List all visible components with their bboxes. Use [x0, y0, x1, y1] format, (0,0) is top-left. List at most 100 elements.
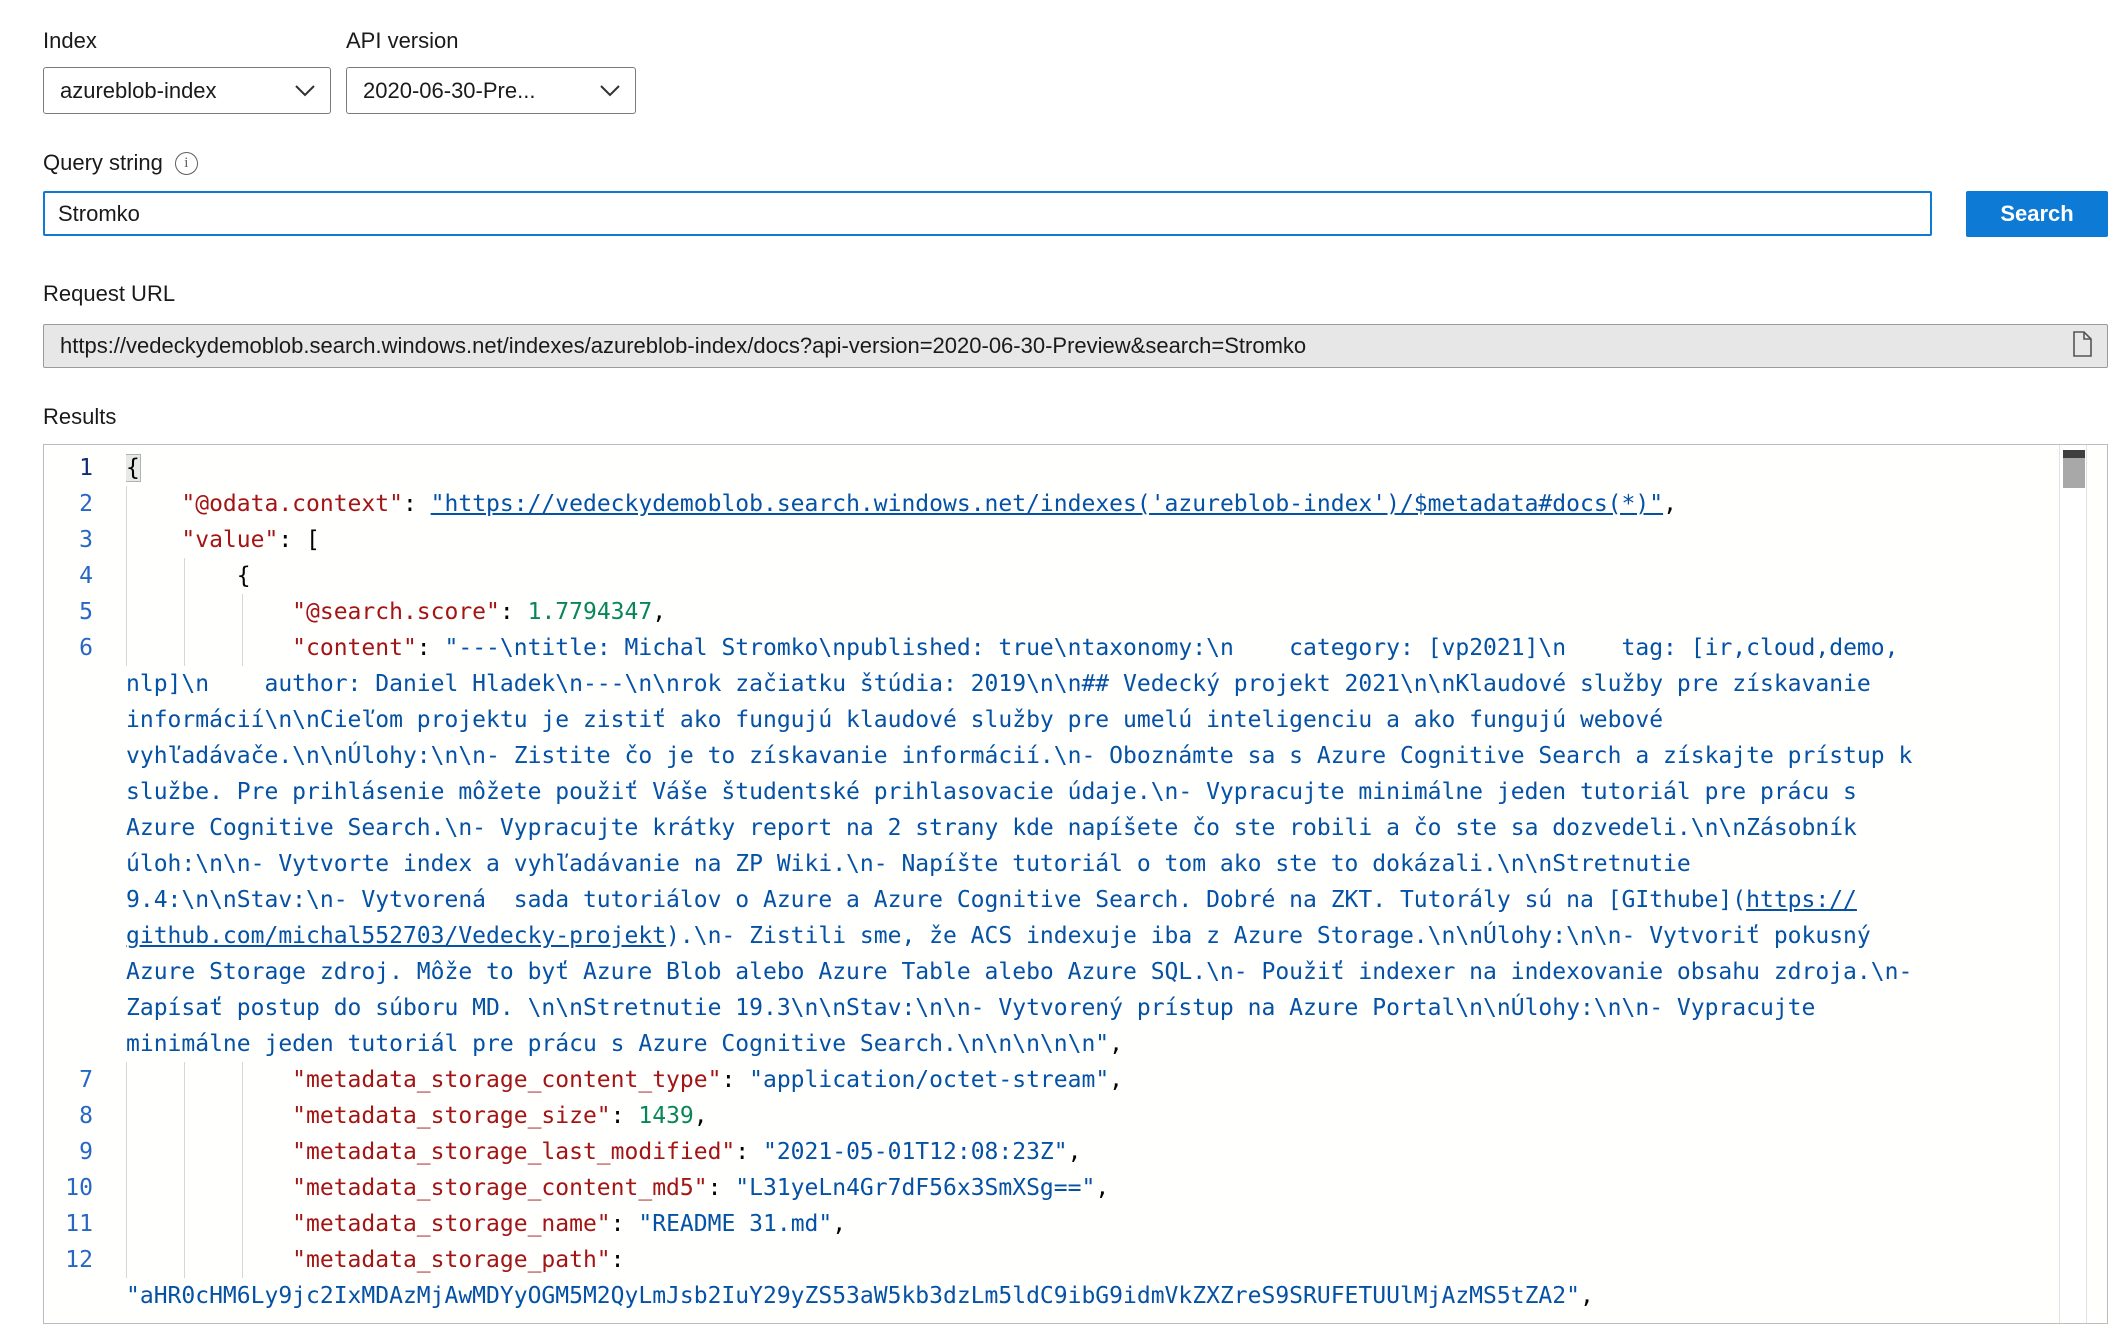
code-line: "@search.score": 1.7794347, [126, 594, 2059, 630]
code-token: informácií\n\nCieľom projektu je zistiť … [126, 707, 1663, 733]
index-dropdown[interactable]: azureblob-index [43, 67, 331, 114]
code-line: "content": "---\ntitle: Michal Stromko\n… [126, 630, 2059, 666]
code-row: službe. Pre prihlásenie môžete použiť Vá… [44, 774, 2059, 810]
index-field: Index azureblob-index [43, 28, 331, 114]
line-number: 6 [44, 630, 126, 666]
line-number: 5 [44, 594, 126, 630]
code-line: informácií\n\nCieľom projektu je zistiť … [126, 702, 2059, 738]
index-api-row: Index azureblob-index API version 2020-0… [43, 28, 2108, 114]
code-token [126, 635, 292, 661]
code-line: "metadata_storage_path": [126, 1242, 2059, 1278]
results-json-editor[interactable]: 1{2 "@odata.context": "https://vedeckyde… [43, 444, 2108, 1324]
code-token: "metadata_storage_content_md5" [292, 1175, 707, 1201]
code-row: 9.4:\n\nStav:\n- Vytvorená sada tutoriál… [44, 882, 2059, 918]
code-line: "metadata_storage_size": 1439, [126, 1098, 2059, 1134]
code-row: 6 "content": "---\ntitle: Michal Stromko… [44, 630, 2059, 666]
code-token: "content" [292, 635, 417, 661]
code-token: 1.7794347 [528, 599, 653, 625]
line-number [44, 954, 126, 990]
code-token: , [1580, 1283, 1594, 1309]
code-token: , [1095, 1175, 1109, 1201]
code-token: "---\ntitle: Michal Stromko\npublished: … [445, 635, 1899, 661]
code-token: nlp]\n author: Daniel Hladek\n---\n\nrok… [126, 671, 1871, 697]
info-icon[interactable]: i [175, 152, 198, 175]
code-line: úloh:\n\n- Vytvorte index a vyhľadávanie… [126, 846, 2059, 882]
code-row: Azure Cognitive Search.\n- Vypracujte kr… [44, 810, 2059, 846]
line-number: 8 [44, 1098, 126, 1134]
code-row: 8 "metadata_storage_size": 1439, [44, 1098, 2059, 1134]
code-token: "@search.score" [292, 599, 500, 625]
code-line: Azure Cognitive Search.\n- Vypracujte kr… [126, 810, 2059, 846]
code-token: : [611, 1211, 639, 1237]
code-token [126, 1067, 292, 1093]
code-token: : [403, 491, 431, 517]
code-token [126, 1247, 292, 1273]
scrollbar-decoration [2063, 450, 2085, 458]
code-token: 9.4:\n\nStav:\n- Vytvorená sada tutoriál… [126, 887, 1746, 913]
code-token: "application/octet-stream" [749, 1067, 1109, 1093]
code-token: službe. Pre prihlásenie môžete použiť Vá… [126, 779, 1857, 805]
code-token: : [735, 1139, 763, 1165]
code-token: , [832, 1211, 846, 1237]
line-number [44, 1026, 126, 1062]
line-number [44, 846, 126, 882]
code-token: "@odata.context" [181, 491, 403, 517]
code-row: 3 "value": [ [44, 522, 2059, 558]
code-row: "aHR0cHM6Ly9jc2IxMDAzMjAwMDYyOGM5M2QyLmJ… [44, 1278, 2059, 1314]
code-token: : [611, 1103, 639, 1129]
code-row: Zapísať postup do súboru MD. \n\nStretnu… [44, 990, 2059, 1026]
search-button[interactable]: Search [1966, 191, 2108, 237]
code-line: "metadata_storage_content_md5": "L31yeLn… [126, 1170, 2059, 1206]
code-link[interactable]: github.com/michal552703/Vedecky-projekt [126, 923, 666, 949]
code-line: "metadata_storage_content_type": "applic… [126, 1062, 2059, 1098]
code-token: , [1109, 1031, 1123, 1057]
code-token: , [1068, 1139, 1082, 1165]
api-version-field: API version 2020-06-30-Pre... [346, 28, 636, 114]
code-token: "metadata_storage_name" [292, 1211, 611, 1237]
code-token: Zapísať postup do súboru MD. \n\nStretnu… [126, 995, 1815, 1021]
code-row: github.com/michal552703/Vedecky-projekt)… [44, 918, 2059, 954]
code-token: : [500, 599, 528, 625]
scrollbar-track[interactable] [2059, 445, 2087, 1323]
line-number: 11 [44, 1206, 126, 1242]
query-string-label: Query string [43, 150, 163, 176]
line-number: 2 [44, 486, 126, 522]
index-dropdown-value: azureblob-index [60, 78, 217, 104]
code-line: Azure Storage zdroj. Môže to byť Azure B… [126, 954, 2059, 990]
code-row: 2 "@odata.context": "https://vedeckydemo… [44, 486, 2059, 522]
code-token [126, 1211, 292, 1237]
code-row: 5 "@search.score": 1.7794347, [44, 594, 2059, 630]
code-row: informácií\n\nCieľom projektu je zistiť … [44, 702, 2059, 738]
code-token: "value" [181, 527, 278, 553]
api-version-label: API version [346, 28, 636, 54]
line-number [44, 810, 126, 846]
code-line: 9.4:\n\nStav:\n- Vytvorená sada tutoriál… [126, 882, 2059, 918]
copy-icon[interactable] [2067, 331, 2093, 361]
code-line: "metadata_storage_last_modified": "2021-… [126, 1134, 2059, 1170]
code-token: "metadata_storage_size" [292, 1103, 611, 1129]
code-token: , [1663, 491, 1677, 517]
code-row: vyhľadávače.\n\nÚlohy:\n\n- Zistite čo j… [44, 738, 2059, 774]
code-token: , [652, 599, 666, 625]
line-number [44, 702, 126, 738]
code-token: : [611, 1247, 625, 1273]
code-line: nlp]\n author: Daniel Hladek\n---\n\nrok… [126, 666, 2059, 702]
code-row: 4 { [44, 558, 2059, 594]
code-token [126, 527, 181, 553]
code-token: : [708, 1175, 736, 1201]
line-number [44, 774, 126, 810]
api-version-dropdown[interactable]: 2020-06-30-Pre... [346, 67, 636, 114]
line-number [44, 990, 126, 1026]
line-number [44, 918, 126, 954]
code-link[interactable]: "https://vedeckydemoblob.search.windows.… [431, 491, 1663, 517]
code-line: Zapísať postup do súboru MD. \n\nStretnu… [126, 990, 2059, 1026]
scrollbar-thumb[interactable] [2063, 458, 2085, 488]
results-label: Results [43, 404, 2108, 430]
code-token: , [1109, 1067, 1123, 1093]
request-url-bar: https://vedeckydemoblob.search.windows.n… [43, 324, 2108, 368]
code-row: Azure Storage zdroj. Môže to byť Azure B… [44, 954, 2059, 990]
code-token [126, 1175, 292, 1201]
query-string-input[interactable] [43, 191, 1932, 236]
code-link[interactable]: https:// [1746, 887, 1857, 913]
code-token [126, 1103, 292, 1129]
